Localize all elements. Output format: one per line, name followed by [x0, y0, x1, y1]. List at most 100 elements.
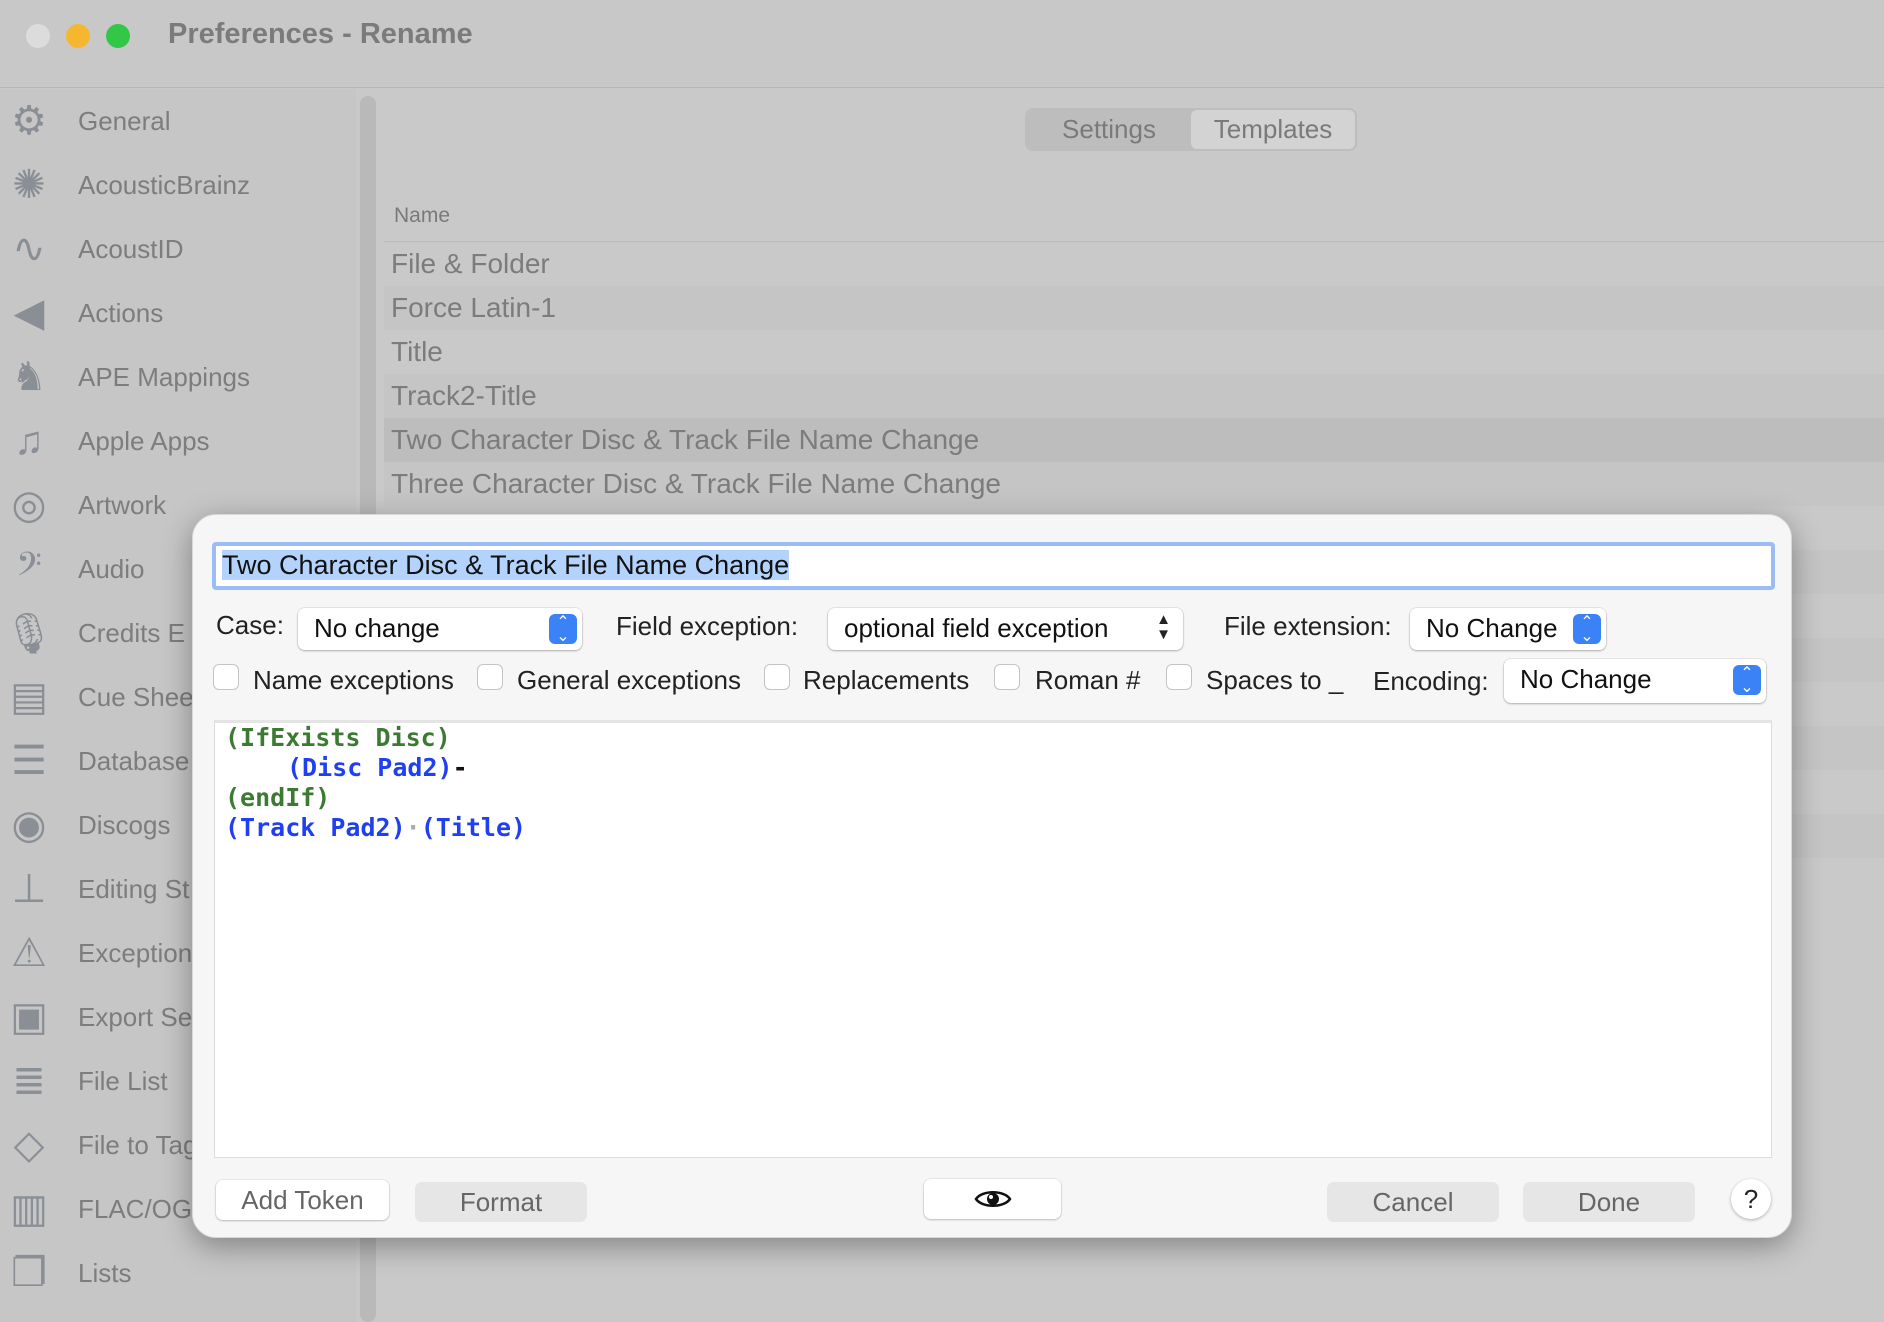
script-literal: - — [452, 753, 468, 782]
table-row[interactable]: Title — [384, 330, 1884, 374]
template-script-editor[interactable]: (IfExists Disc) (Disc Pad2)- (endIf) (Tr… — [214, 720, 1772, 1158]
stamp-icon: ⊥ — [11, 867, 47, 911]
sidebar-item-label: Artwork — [78, 489, 167, 520]
add-token-button[interactable]: Add Token — [216, 1180, 389, 1220]
space-marker: · — [405, 813, 421, 842]
bass-clef-icon: 𝄢 — [16, 546, 42, 591]
close-button[interactable] — [26, 24, 50, 48]
format-button[interactable]: Format — [415, 1182, 587, 1222]
maximize-button[interactable] — [106, 24, 130, 48]
level-meter-icon: ▥ — [10, 1187, 48, 1231]
database-icon: ☰ — [11, 739, 47, 783]
roman-numerals-label: Roman # — [1035, 665, 1141, 695]
chevron-updown-icon: ⌃ ⌄ — [1733, 665, 1761, 696]
sidebar-item-label: Editing St — [78, 873, 190, 904]
sidebar-item-lists[interactable]: ❐ Lists — [0, 1241, 356, 1305]
sidebar-item-label: File List — [78, 1065, 168, 1096]
column-header-name[interactable]: Name — [384, 190, 1884, 242]
script-line: (endIf) — [225, 783, 331, 812]
archive-icon: ▣ — [10, 995, 48, 1039]
sidebar-item-label: Cue Shee — [78, 681, 194, 712]
sidebar-item-general[interactable]: ⚙ General — [0, 89, 356, 153]
replacements-checkbox[interactable] — [764, 664, 790, 690]
tab-settings[interactable]: Settings — [1027, 110, 1191, 149]
updown-arrows-icon: ▲ ▼ — [1156, 611, 1171, 643]
warning-icon: ⚠ — [11, 931, 47, 975]
case-value: No change — [314, 613, 440, 643]
file-extension-label: File extension: — [1224, 611, 1392, 641]
encoding-value: No Change — [1520, 664, 1652, 694]
script-token: (Disc Pad2) — [287, 753, 453, 782]
tab-templates[interactable]: Templates — [1191, 110, 1355, 149]
preview-button[interactable] — [924, 1179, 1061, 1219]
sidebar-item-apple-apps[interactable]: ♫ Apple Apps — [0, 409, 356, 473]
tag-icon: ◇ — [13, 1123, 45, 1167]
sidebar-item-label: Audio — [78, 553, 145, 584]
sidebar-item-label: APE Mappings — [78, 361, 250, 392]
waveform-icon: ∿ — [12, 227, 46, 271]
spaces-to-underscore-checkbox[interactable] — [1166, 664, 1192, 690]
done-button[interactable]: Done — [1523, 1182, 1695, 1222]
case-label: Case: — [216, 610, 284, 640]
aperture-icon: ◎ — [11, 483, 47, 527]
vinyl-icon: ◉ — [11, 803, 47, 847]
name-exceptions-checkbox[interactable] — [213, 664, 239, 690]
table-row[interactable]: Force Latin-1 — [384, 286, 1884, 330]
sidebar-item-label: General — [78, 105, 171, 136]
sidebar-item-label: Apple Apps — [78, 425, 210, 456]
brain-icon: ✺ — [12, 163, 46, 207]
chevron-updown-icon: ⌃ ⌄ — [1573, 614, 1601, 645]
script-line: (IfExists Disc) — [225, 723, 451, 752]
megaphone-icon: ◀ — [13, 291, 45, 335]
title-bar: Preferences - Rename — [0, 0, 1884, 88]
sidebar-item-acoustid[interactable]: ∿ AcoustID — [0, 217, 356, 281]
file-extension-value: No Change — [1426, 613, 1558, 643]
field-exception-select[interactable]: optional field exception ▲ ▼ — [828, 608, 1183, 650]
sidebar-item-ape-mappings[interactable]: ♞ APE Mappings — [0, 345, 356, 409]
field-exception-value: optional field exception — [844, 613, 1109, 643]
eye-icon — [973, 1191, 1012, 1207]
case-select[interactable]: No change ⌃ ⌄ — [298, 608, 582, 650]
general-exceptions-checkbox[interactable] — [477, 664, 503, 690]
table-row[interactable]: Two Character Disc & Track File Name Cha… — [384, 418, 1884, 462]
minimize-button[interactable] — [66, 24, 90, 48]
microphone-icon: 🎙 — [3, 611, 55, 656]
template-name-input[interactable]: Two Character Disc & Track File Name Cha… — [212, 542, 1775, 590]
table-row[interactable]: Track2-Title — [384, 374, 1884, 418]
tab-control: Settings Templates — [1025, 108, 1357, 151]
music-note-icon: ♫ — [14, 418, 44, 463]
sidebar-item-label: AcousticBrainz — [78, 169, 250, 200]
file-extension-select[interactable]: No Change ⌃ ⌄ — [1410, 608, 1606, 650]
general-exceptions-label: General exceptions — [517, 665, 742, 695]
sidebar-item-label: Actions — [78, 297, 164, 328]
list-icon: ≣ — [12, 1059, 46, 1103]
script-token: (Title) — [420, 813, 527, 842]
sidebar-item-label: File to Tag — [78, 1129, 198, 1160]
sidebar-item-label: Exception — [78, 937, 193, 968]
sidebar-item-label: AcoustID — [78, 233, 184, 264]
cancel-button[interactable]: Cancel — [1327, 1182, 1499, 1222]
sidebar-item-label: Discogs — [78, 809, 171, 840]
window-title: Preferences - Rename — [168, 18, 473, 50]
table-row[interactable]: Three Character Disc & Track File Name C… — [384, 462, 1884, 506]
sidebar-item-label: Export Se — [78, 1001, 193, 1032]
sidebar-item-label: Lists — [78, 1257, 132, 1288]
gear-icon: ⚙ — [11, 99, 47, 143]
cue-file-icon: ▤ — [10, 675, 48, 719]
chevron-updown-icon: ⌃ ⌄ — [549, 614, 577, 645]
template-name-text: Two Character Disc & Track File Name Cha… — [222, 550, 790, 580]
sidebar-item-label: Credits E — [78, 617, 185, 648]
name-exceptions-label: Name exceptions — [253, 665, 454, 695]
sidebar-item-actions[interactable]: ◀ Actions — [0, 281, 356, 345]
script-token: (Track Pad2) — [225, 813, 406, 842]
replacements-label: Replacements — [803, 665, 970, 695]
roman-numerals-checkbox[interactable] — [994, 664, 1020, 690]
help-button[interactable]: ? — [1731, 1179, 1771, 1219]
template-editor-dialog: Two Character Disc & Track File Name Cha… — [192, 514, 1792, 1238]
encoding-label: Encoding: — [1373, 666, 1489, 696]
spaces-to-underscore-label: Spaces to _ — [1206, 665, 1344, 695]
encoding-select[interactable]: No Change ⌃ ⌄ — [1504, 659, 1766, 703]
table-row[interactable]: File & Folder — [384, 242, 1884, 286]
ape-icon: ♞ — [11, 355, 47, 399]
sidebar-item-acousticbrainz[interactable]: ✺ AcousticBrainz — [0, 153, 356, 217]
